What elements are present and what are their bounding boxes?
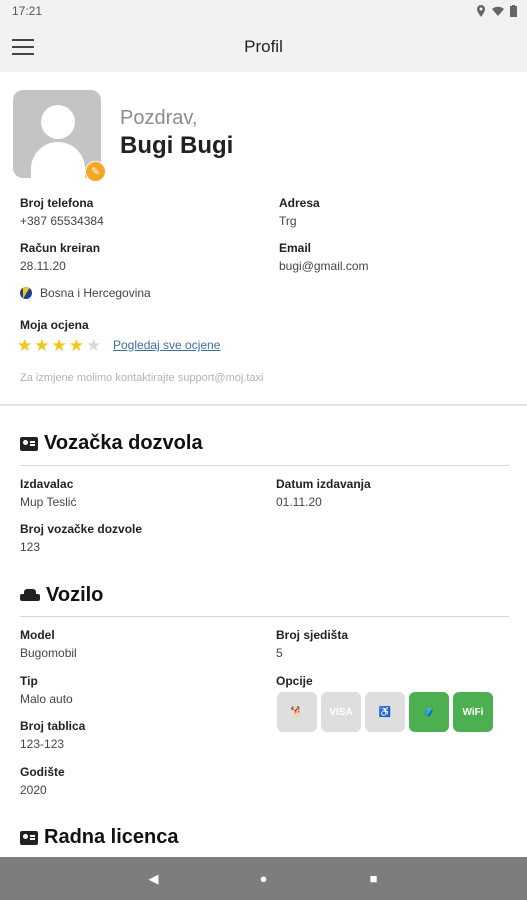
issue-date-label: Datum izdavanja xyxy=(276,477,371,491)
battery-icon xyxy=(510,5,517,17)
star-icon: ★ xyxy=(51,336,67,355)
vehicle-options: 🐕 VISA ♿ 🧳 WiFi xyxy=(277,692,493,732)
page-title: Profil xyxy=(244,37,283,56)
seats-field: Broj sjedišta 5 xyxy=(276,628,348,660)
issuer-value: Mup Teslić xyxy=(20,495,77,509)
type-value: Malo auto xyxy=(20,692,73,706)
year-label: Godište xyxy=(20,765,65,779)
address-value: Trg xyxy=(279,214,297,228)
rating-stars: ★ ★ ★ ★ ★ xyxy=(17,336,101,356)
status-time: 17:21 xyxy=(12,4,43,18)
year-field: Godište 2020 xyxy=(20,765,65,797)
status-bar: 17:21 xyxy=(0,0,527,22)
options-field: Opcije xyxy=(276,674,313,692)
address-label: Adresa xyxy=(279,196,320,210)
luggage-icon[interactable]: 🧳 xyxy=(409,692,449,732)
model-label: Model xyxy=(20,628,55,642)
license-title-text: Vozačka dozvola xyxy=(44,432,203,454)
license-number-field: Broj vozačke dozvole 123 xyxy=(20,522,142,554)
support-note: Za izmjene molimo kontaktirajte support@… xyxy=(20,372,264,384)
id-card-icon xyxy=(20,436,38,451)
star-icon: ★ xyxy=(86,336,102,355)
visa-icon[interactable]: VISA xyxy=(321,692,361,732)
star-icon: ★ xyxy=(68,336,84,355)
type-label: Tip xyxy=(20,674,38,688)
issuer-label: Izdavalac xyxy=(20,477,74,491)
rating-label: Moja ocjena xyxy=(20,318,89,332)
wifi-icon[interactable]: WiFi xyxy=(453,692,493,732)
menu-icon[interactable] xyxy=(12,39,36,55)
id-card-icon xyxy=(20,830,38,845)
phone-field: Broj telefona +387 65534384 xyxy=(20,196,104,228)
issue-date-field: Datum izdavanja 01.11.20 xyxy=(276,477,371,509)
details-panel xyxy=(0,405,527,857)
vehicle-section-title: Vozilo xyxy=(20,584,103,607)
app-bar: Profil xyxy=(0,22,527,72)
plates-value: 123-123 xyxy=(20,737,65,751)
issue-date-value: 01.11.20 xyxy=(276,495,322,509)
email-value: bugi@gmail.com xyxy=(279,259,369,273)
system-nav-bar: ◀ ● ■ xyxy=(0,857,527,900)
status-icons xyxy=(476,5,517,17)
license-number-label: Broj vozačke dozvole xyxy=(20,522,143,536)
edit-avatar-icon[interactable]: ✎ xyxy=(85,161,106,182)
divider xyxy=(20,465,509,466)
greeting: Pozdrav, xyxy=(120,107,198,129)
work-license-section-title: Radna licenca xyxy=(20,826,179,849)
seats-value: 5 xyxy=(276,646,283,660)
address-field: Adresa Trg xyxy=(279,196,320,228)
phone-label: Broj telefona xyxy=(20,196,94,210)
wifi-status-icon xyxy=(492,6,504,16)
star-icon: ★ xyxy=(17,336,33,355)
plates-field: Broj tablica 123-123 xyxy=(20,719,85,751)
divider xyxy=(20,616,509,617)
wheelchair-icon[interactable]: ♿ xyxy=(365,692,405,732)
seats-label: Broj sjedišta xyxy=(276,628,349,642)
location-icon xyxy=(477,5,485,17)
phone-value: +387 65534384 xyxy=(20,214,104,228)
created-field: Račun kreiran 28.11.20 xyxy=(20,241,100,273)
type-field: Tip Malo auto xyxy=(20,674,73,706)
back-icon[interactable]: ◀ xyxy=(144,871,164,887)
license-number-value: 123 xyxy=(20,540,41,554)
flag-icon xyxy=(20,287,32,299)
created-value: 28.11.20 xyxy=(20,259,66,273)
model-value: Bugomobil xyxy=(20,646,77,660)
issuer-field: Izdavalac Mup Teslić xyxy=(20,477,76,509)
country-name: Bosna i Hercegovina xyxy=(40,286,151,300)
recents-icon[interactable]: ■ xyxy=(364,871,384,886)
plates-label: Broj tablica xyxy=(20,719,86,733)
created-label: Račun kreiran xyxy=(20,241,101,255)
star-icon: ★ xyxy=(34,336,50,355)
home-icon[interactable]: ● xyxy=(254,871,274,886)
country: Bosna i Hercegovina xyxy=(20,286,151,300)
license-section-title: Vozačka dozvola xyxy=(20,432,203,455)
user-name: Bugi Bugi xyxy=(120,132,234,159)
pet-icon[interactable]: 🐕 xyxy=(277,692,317,732)
work-license-title-text: Radna licenca xyxy=(44,826,179,848)
model-field: Model Bugomobil xyxy=(20,628,77,660)
email-field: Email bugi@gmail.com xyxy=(279,241,369,273)
see-all-ratings-link[interactable]: Pogledaj sve ocjene xyxy=(113,338,220,352)
email-label: Email xyxy=(279,241,312,255)
year-value: 2020 xyxy=(20,783,47,797)
options-label: Opcije xyxy=(276,674,313,688)
vehicle-title-text: Vozilo xyxy=(46,584,104,606)
car-icon xyxy=(20,588,40,603)
